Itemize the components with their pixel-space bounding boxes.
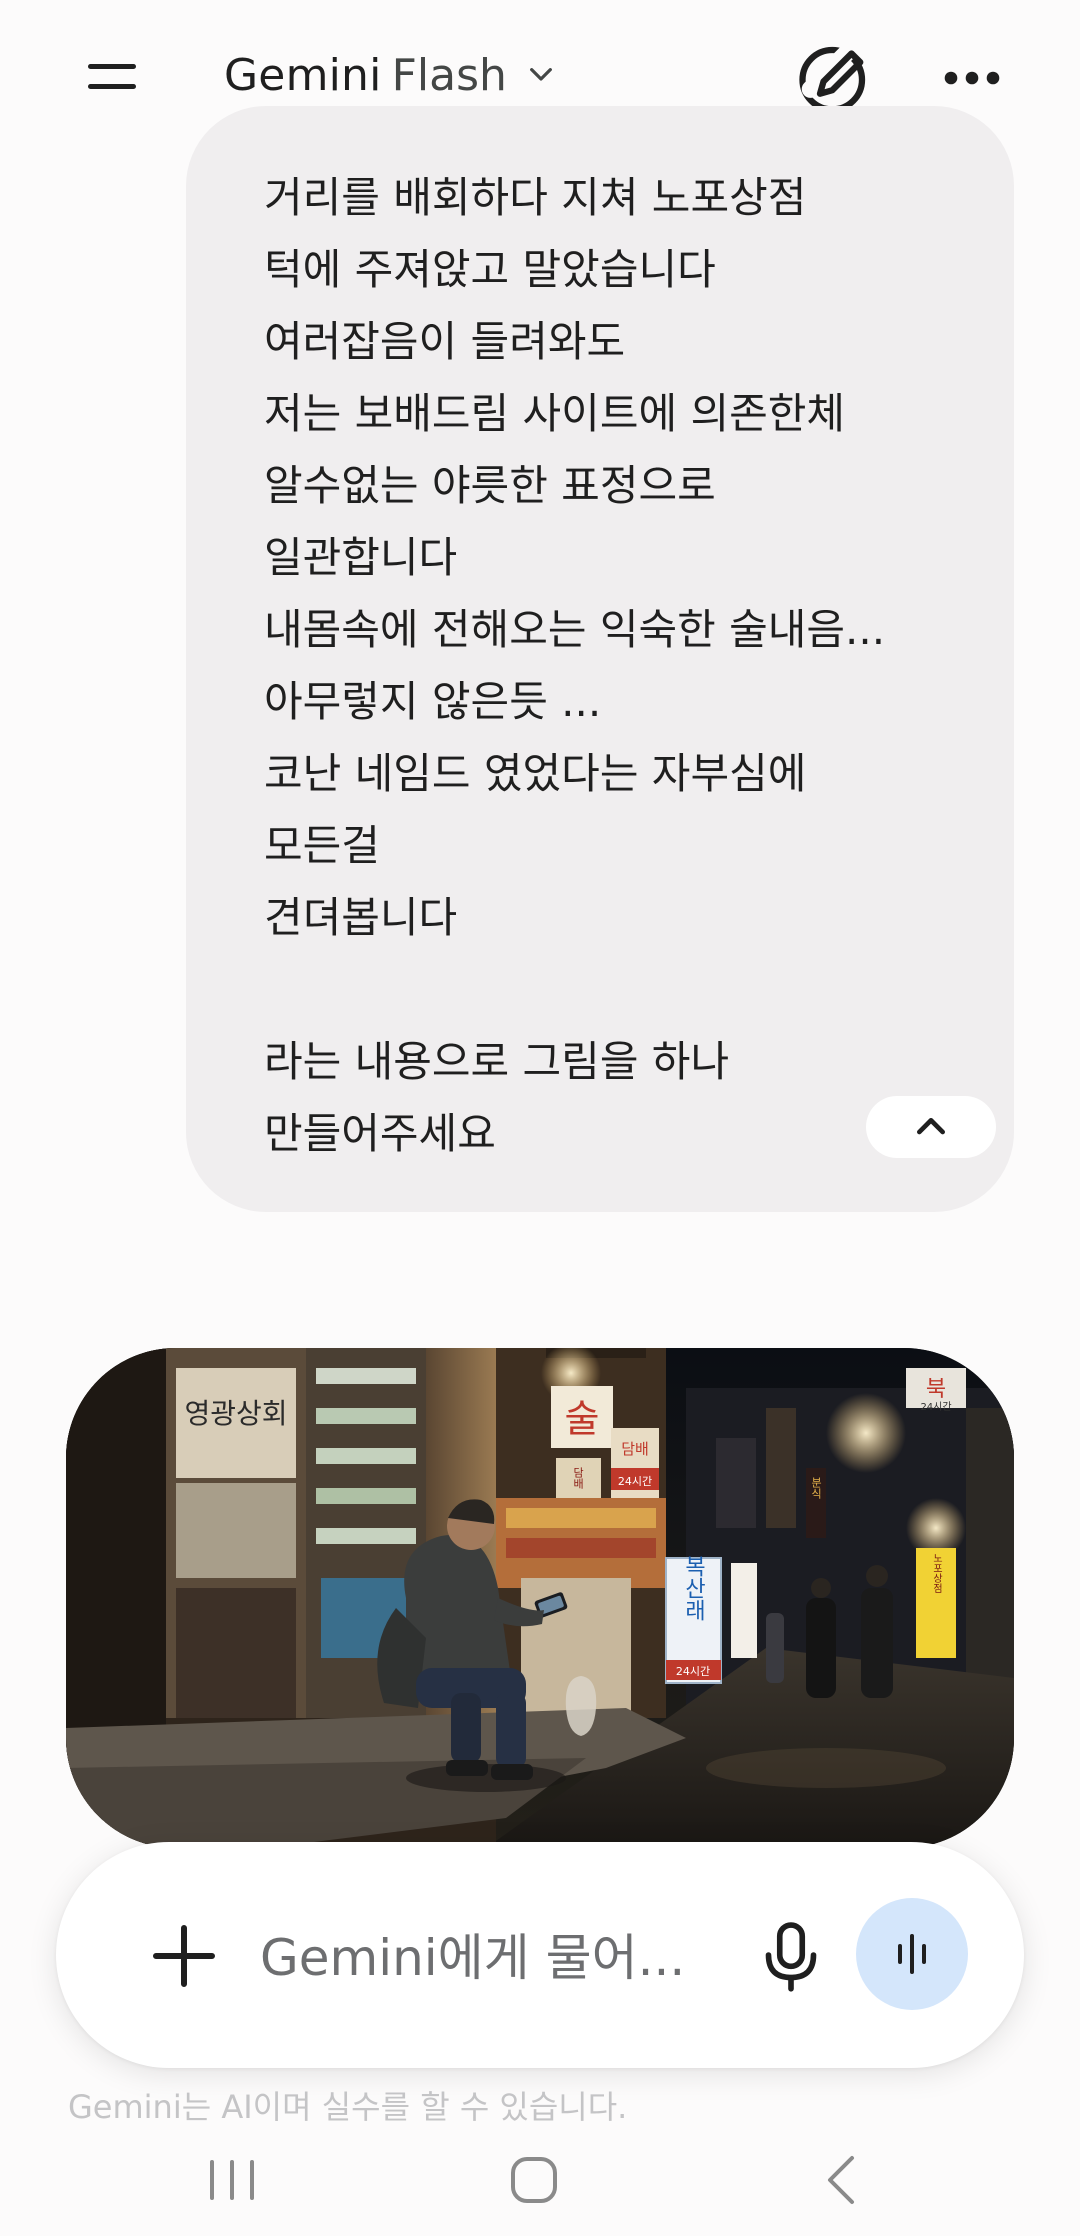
prompt-line: 견뎌봅니다 [264, 893, 458, 942]
prompt-line: 알수없는 야릇한 표정으로 [264, 461, 716, 510]
sign-text: 24시간 [618, 1475, 652, 1488]
live-voice-button[interactable] [856, 1898, 968, 2010]
home-icon[interactable] [484, 2140, 584, 2220]
prompt-line: 내몸속에 전해오는 익숙한 술내음... [264, 605, 886, 654]
sign-text: 분식 [810, 1477, 823, 1499]
system-nav-bar [0, 2130, 1080, 2236]
sign-text: 술 [565, 1397, 600, 1441]
recent-apps-icon[interactable] [182, 2140, 282, 2220]
prompt-line: 턱에 주져앉고 말았습니다 [264, 245, 716, 294]
menu-button[interactable] [78, 54, 148, 114]
model-selector[interactable]: Gemini Flash [224, 40, 557, 110]
menu-icon-line [88, 64, 136, 69]
chevron-up-icon [917, 1118, 945, 1135]
prompt-line: 일관합니다 [264, 533, 458, 582]
prompt-line: 아무렇지 않은듯 ... [264, 677, 602, 726]
sign-text: 영광상회 [184, 1397, 287, 1430]
prompt-line [264, 954, 954, 1026]
sign-text: 북 [926, 1377, 946, 1402]
sign-text: 24시간 [676, 1665, 710, 1678]
prompt-line: 저는 보배드림 사이트에 의존한체 [264, 389, 846, 438]
waveform-icon [898, 1934, 926, 1974]
sign-text: 복산래 [681, 1555, 706, 1621]
chevron-down-icon [529, 68, 552, 81]
prompt-line: 거리를 배회하다 지쳐 노포상점 [264, 173, 807, 222]
plus-icon[interactable] [136, 1908, 232, 2004]
menu-icon-line [88, 84, 136, 89]
prompt-line: 모든걸 [264, 821, 380, 870]
model-name: Gemini [224, 49, 382, 101]
prompt-input[interactable] [258, 1912, 762, 2004]
prompt-line: 여러잡음이 들려와도 [264, 317, 626, 366]
sign-text: 24시간 [920, 1401, 951, 1413]
ai-disclaimer: Gemini는 AI이며 실수를 할 수 있습니다. [68, 2088, 628, 2126]
prompt-line: 라는 내용으로 그림을 하나 [264, 1037, 730, 1086]
collapse-prompt-button[interactable] [866, 1096, 996, 1158]
back-icon[interactable] [790, 2140, 890, 2220]
prompt-line: 코난 네임드 였었다는 자부심에 [264, 749, 807, 798]
user-prompt-bubble: 거리를 배회하다 지쳐 노포상점 턱에 주져앉고 말았습니다 여러잡음이 들려와… [186, 106, 1014, 1212]
street-scene-illustration: 북 24시간 분식 노포상점 영광상회 술 담배 24시간 담배 복산래 24시… [66, 1348, 1014, 1848]
model-variant: Flash [391, 49, 507, 101]
prompt-line: 만들어주세요 [264, 1109, 496, 1158]
sign-text: 담배 [621, 1440, 649, 1458]
microphone-icon[interactable] [746, 1910, 836, 2000]
prompt-input-bar [56, 1842, 1024, 2068]
sign-text: 노포상점 [931, 1553, 943, 1593]
generated-image[interactable]: 북 24시간 분식 노포상점 영광상회 술 담배 24시간 담배 복산래 24시… [66, 1348, 1014, 1848]
sign-text: 담배 [572, 1467, 585, 1489]
